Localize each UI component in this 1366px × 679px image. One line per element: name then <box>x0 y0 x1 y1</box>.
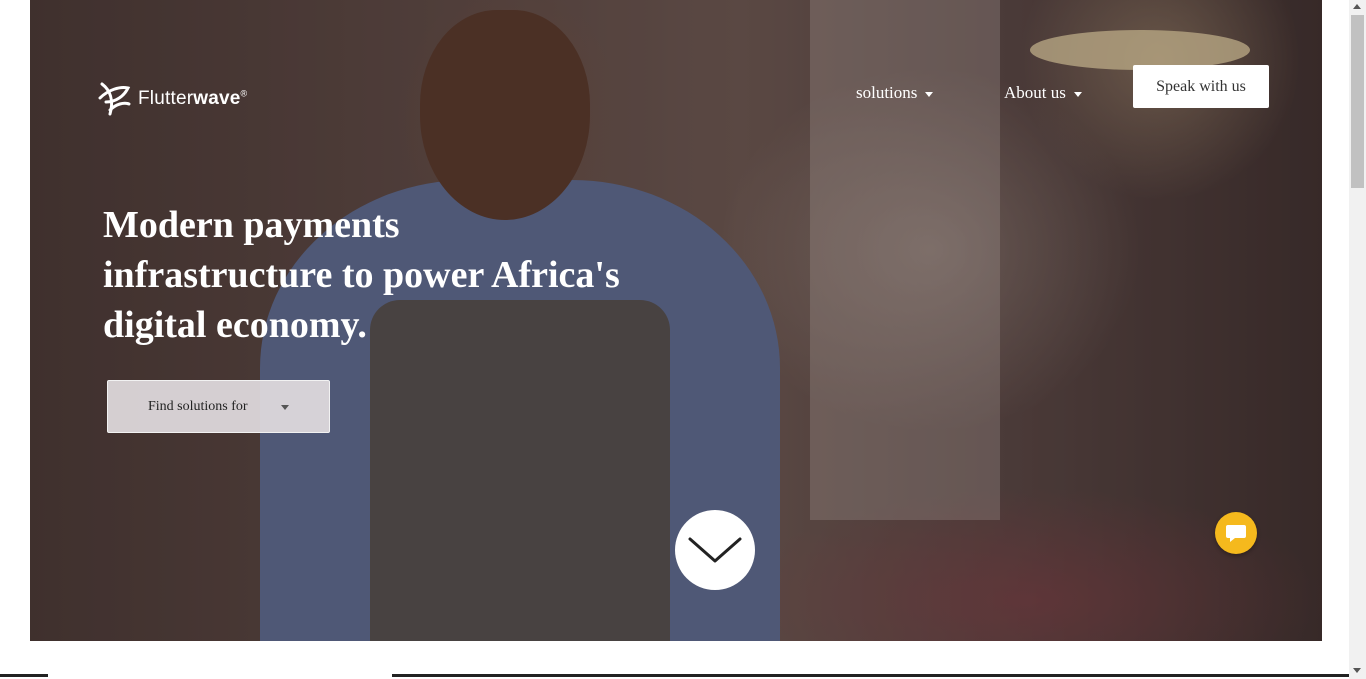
brand-name: Flutterwave® <box>138 88 247 110</box>
brand-name-light: Flutter <box>138 88 194 109</box>
nav-about-label: About us <box>1004 83 1066 102</box>
scroll-down-arrow-icon[interactable] <box>1353 668 1361 673</box>
flutterwave-logo-icon <box>98 82 131 116</box>
find-solutions-label: Find solutions for <box>148 398 248 414</box>
brand-logo[interactable]: Flutterwave® <box>96 80 247 118</box>
caret-down-icon <box>281 405 289 410</box>
find-solutions-dropdown[interactable]: Find solutions for <box>107 380 330 433</box>
scroll-up-arrow-icon[interactable] <box>1353 4 1361 9</box>
headline-line-2: infrastructure to power Africa's <box>103 254 620 296</box>
nav-solutions[interactable]: solutions <box>856 83 934 103</box>
caret-down-icon <box>1073 92 1082 97</box>
chat-launcher-button[interactable] <box>1215 512 1257 554</box>
caret-down-icon <box>925 92 934 97</box>
vertical-scrollbar[interactable] <box>1349 0 1366 679</box>
nav-solutions-label: solutions <box>856 83 918 102</box>
bottom-divider <box>0 674 48 677</box>
scroll-down-button[interactable] <box>675 510 755 590</box>
scrollbar-thumb[interactable] <box>1351 15 1364 188</box>
brand-name-bold: wave <box>193 88 241 109</box>
headline-line-3: digital economy. <box>103 304 367 346</box>
headline-line-1: Modern payments <box>103 204 400 246</box>
nav-about-us[interactable]: About us <box>1004 83 1082 103</box>
hero-headline: Modern payments infrastructure to power … <box>103 200 703 350</box>
speak-with-us-button[interactable]: Speak with us <box>1133 65 1269 108</box>
bottom-divider <box>392 674 1349 677</box>
brand-registered-mark: ® <box>240 88 248 99</box>
chat-bubble-icon <box>1226 525 1246 542</box>
chevron-down-icon <box>688 537 742 563</box>
